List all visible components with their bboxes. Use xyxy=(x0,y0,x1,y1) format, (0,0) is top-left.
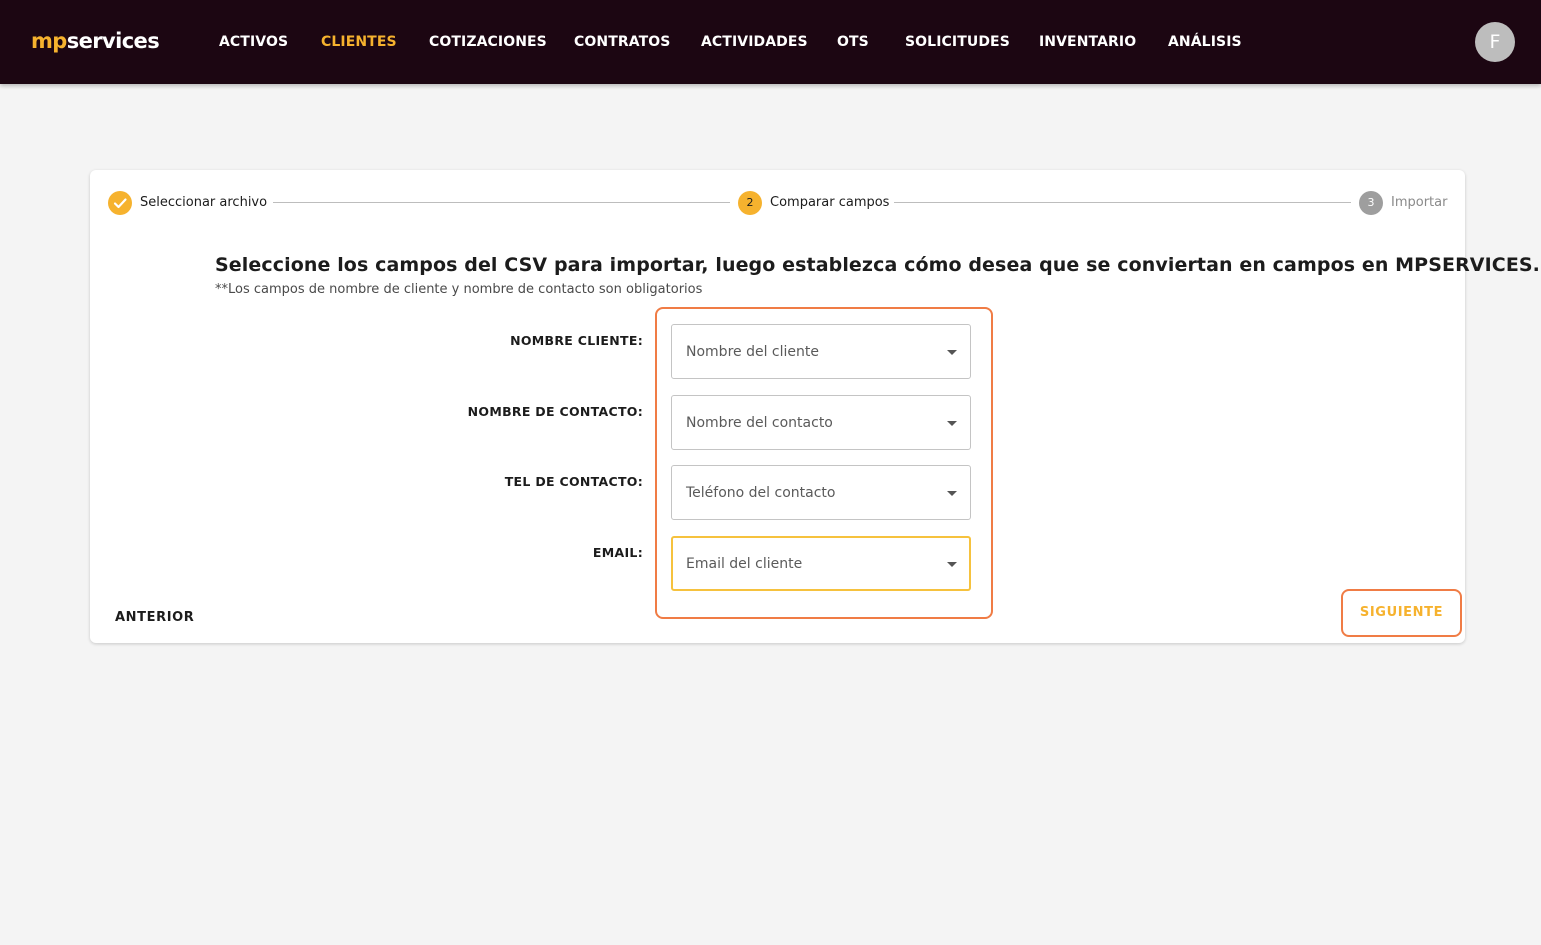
nav-item-activos[interactable]: ACTIVOS xyxy=(219,31,288,53)
nav-item-clientes[interactable]: CLIENTES xyxy=(321,31,397,53)
step-2-number: 2 xyxy=(738,191,762,215)
check-icon xyxy=(113,198,127,209)
select-nombre-cliente-placeholder: Nombre del cliente xyxy=(686,344,819,360)
select-nombre-cliente[interactable]: Nombre del cliente xyxy=(671,324,971,379)
brand-logo[interactable]: mpservices xyxy=(31,27,160,55)
user-avatar[interactable]: F xyxy=(1475,22,1515,62)
select-nombre-contacto-placeholder: Nombre del contacto xyxy=(686,415,833,431)
step-1-label: Seleccionar archivo xyxy=(140,195,268,210)
import-wizard-card: Seleccionar archivo 2 Comparar campos 3 … xyxy=(90,170,1540,643)
next-button[interactable]: SIGUIENTE xyxy=(1341,589,1462,637)
field-label-nombre-cliente: NOMBRE CLIENTE: xyxy=(510,333,643,348)
top-navigation-bar: mpservices ACTIVOS CLIENTES COTIZACIONES… xyxy=(0,0,1541,84)
dropdown-arrow-icon xyxy=(947,350,957,355)
field-label-email: EMAIL: xyxy=(592,545,643,560)
brand-logo-suffix: services xyxy=(66,29,160,53)
nav-item-ots[interactable]: OTS xyxy=(837,31,869,53)
select-nombre-contacto[interactable]: Nombre del contacto xyxy=(671,395,971,450)
nav-item-solicitudes[interactable]: SOLICITUDES xyxy=(905,31,1010,53)
nav-item-contratos[interactable]: CONTRATOS xyxy=(574,31,670,53)
step-3-label: Importar xyxy=(1391,195,1448,210)
brand-logo-prefix: mp xyxy=(31,29,67,53)
step-1-check-icon xyxy=(108,191,132,215)
step-connector-2 xyxy=(894,202,1351,203)
previous-button[interactable]: ANTERIOR xyxy=(104,606,205,630)
select-email-placeholder: Email del cliente xyxy=(686,556,803,572)
step-2-label: Comparar campos xyxy=(770,195,890,210)
required-fields-note: **Los campos de nombre de cliente y nomb… xyxy=(215,282,703,297)
nav-item-inventario[interactable]: INVENTARIO xyxy=(1039,31,1136,53)
step-3-number: 3 xyxy=(1359,191,1383,215)
page-title: Seleccione los campos del CSV para impor… xyxy=(215,254,1540,276)
dropdown-arrow-icon xyxy=(947,562,957,567)
nav-item-actividades[interactable]: ACTIVIDADES xyxy=(701,31,808,53)
nav-item-cotizaciones[interactable]: COTIZACIONES xyxy=(429,31,547,53)
dropdown-arrow-icon xyxy=(947,491,957,496)
select-tel-contacto[interactable]: Teléfono del contacto xyxy=(671,465,971,520)
dropdown-arrow-icon xyxy=(947,421,957,426)
field-label-nombre-contacto: NOMBRE DE CONTACTO: xyxy=(467,404,643,419)
select-tel-contacto-placeholder: Teléfono del contacto xyxy=(686,485,836,501)
select-email[interactable]: Email del cliente xyxy=(671,536,971,591)
step-connector-1 xyxy=(273,202,730,203)
field-label-tel-contacto: TEL DE CONTACTO: xyxy=(504,474,643,489)
nav-item-analisis[interactable]: ANÁLISIS xyxy=(1168,31,1242,53)
